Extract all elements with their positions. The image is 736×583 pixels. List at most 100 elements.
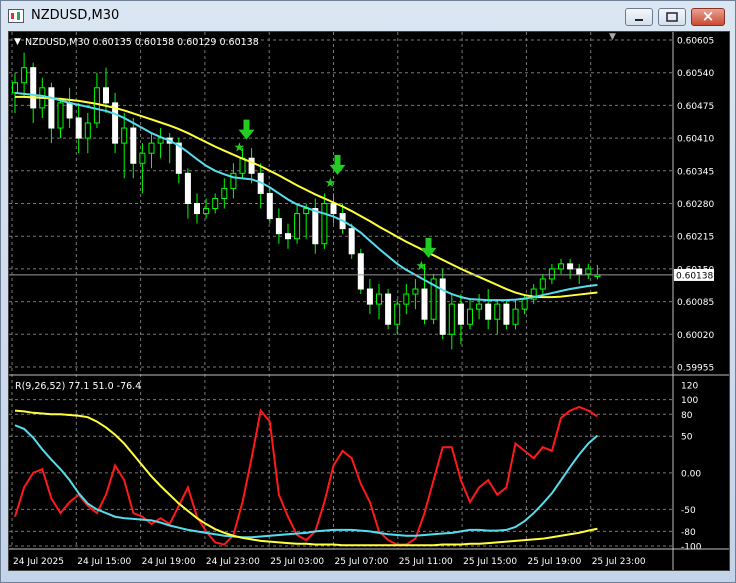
candle-body — [485, 303, 492, 320]
price-tick-label: 0.60280 — [677, 200, 714, 210]
price-tick-label: 0.60345 — [677, 167, 714, 177]
candle-body — [275, 218, 282, 235]
sell-arrow-icon — [238, 119, 255, 140]
candle-body — [266, 192, 273, 220]
window-title: NZDUSD,M30 — [31, 8, 120, 23]
candle-body — [330, 203, 337, 215]
price-tick-label: 0.60475 — [677, 102, 714, 112]
close-icon: × — [701, 7, 715, 25]
candle-body — [512, 308, 519, 325]
indicator-tick-label: 100 — [681, 396, 698, 406]
indicator-tick-label: 80 — [681, 411, 693, 421]
indicator-tick-label: -80 — [681, 528, 696, 538]
sell-arrow-icon — [329, 154, 346, 175]
candle-body — [221, 187, 228, 199]
chart-area[interactable]: ★ ★ ★ 0.60605 0.60540 0.60475 0.60410 0.60345 0… — [8, 31, 730, 571]
candle-body — [457, 303, 464, 325]
maximize-button[interactable] — [658, 8, 686, 26]
oscillator-panel — [14, 405, 599, 547]
candle-body — [376, 293, 382, 305]
price-tick-label: 0.60085 — [677, 298, 714, 308]
signal-star-icon: ★ — [325, 176, 337, 191]
candle-body — [30, 67, 37, 109]
candle-body — [576, 268, 583, 275]
candle-body — [585, 268, 592, 275]
time-tick-label: 24 Jul 15:00 — [77, 557, 131, 567]
indicator-tick-label: -100 — [681, 543, 702, 553]
scroll-marker-icon: ▼ — [609, 32, 616, 42]
collapse-icon[interactable]: ▼ — [14, 37, 21, 47]
candle-body — [312, 208, 319, 245]
osc-slow-line — [14, 409, 598, 547]
candle-body — [394, 303, 401, 325]
time-tick-label: 25 Jul 03:00 — [270, 557, 324, 567]
time-tick-label: 25 Jul 23:00 — [592, 557, 646, 567]
time-tick-label: 25 Jul 15:00 — [463, 557, 517, 567]
candle-body — [448, 303, 455, 335]
candle-body — [503, 303, 510, 325]
candle-body — [357, 253, 364, 290]
candle-body — [239, 157, 246, 174]
slow-ma-line — [15, 95, 598, 299]
candle-body — [321, 203, 328, 245]
candle-body — [421, 288, 428, 320]
price-tick-label: 0.60410 — [677, 135, 714, 145]
candle-body — [194, 203, 200, 215]
indicator-tick-label: 50 — [681, 433, 693, 443]
time-tick-label: 24 Jul 23:00 — [206, 557, 260, 567]
chart-window: NZDUSD,M30 × ★ ★ ★ 0.60605 0.60540 0.60475 0.… — [0, 0, 736, 583]
candle-body — [21, 67, 28, 84]
minimize-button[interactable] — [625, 8, 653, 26]
candle-body — [412, 288, 419, 295]
candle-body — [567, 263, 574, 270]
candle-body — [548, 268, 555, 280]
candle-body — [57, 102, 64, 129]
candle-body — [348, 228, 355, 255]
time-tick-label: 25 Jul 19:00 — [527, 557, 581, 567]
fast-ma-line — [14, 91, 598, 302]
candle-body — [403, 293, 410, 305]
candle-body — [366, 288, 373, 305]
chart-info-label: NZDUSD,M30 0.60135 0.60158 0.60129 0.601… — [25, 37, 259, 48]
candle-body — [385, 293, 392, 325]
indicator-tick-label: 120 — [681, 382, 698, 392]
candle-body — [303, 208, 310, 215]
signal-star-icon: ★ — [416, 259, 428, 274]
candle-body — [12, 82, 18, 94]
candle-body — [212, 197, 219, 210]
candle-body — [248, 157, 255, 174]
signal-star-icon: ★ — [234, 141, 246, 156]
candle-body — [148, 142, 155, 154]
candle-body — [439, 278, 446, 335]
candle-body — [467, 308, 473, 325]
title-bar[interactable]: NZDUSD,M30 × — [1, 1, 735, 31]
price-panel: ★ ★ ★ — [9, 52, 673, 350]
chart-icon — [8, 9, 24, 23]
price-tick-label: 0.60540 — [677, 69, 714, 79]
candle-body — [230, 172, 237, 189]
candle-body — [121, 127, 128, 144]
candle-body — [84, 122, 91, 139]
candle-body — [66, 102, 73, 119]
close-button[interactable]: × — [691, 8, 725, 26]
minimize-icon — [635, 19, 643, 21]
candle-body — [130, 127, 137, 164]
candle-body — [93, 87, 100, 124]
candle-body — [75, 117, 82, 139]
maximize-icon — [666, 12, 678, 22]
price-tick-label: 0.59955 — [677, 364, 714, 374]
osc-mid-line — [14, 424, 599, 539]
time-tick-label: 24 Jul 2025 — [13, 557, 64, 567]
indicator-tick-label: 0.00 — [681, 469, 701, 479]
candle-body — [494, 303, 501, 320]
candle-body — [558, 263, 564, 270]
price-tick-label: 0.60020 — [677, 331, 714, 341]
indicator-tick-label: -50 — [681, 506, 696, 516]
candle-body — [184, 172, 191, 204]
osc-fast-line — [14, 405, 598, 546]
price-tick-label: 0.60605 — [677, 37, 714, 47]
current-price-label: 0.60138 — [676, 271, 713, 281]
time-tick-label: 24 Jul 19:00 — [142, 557, 196, 567]
chart-canvas[interactable]: ★ ★ ★ 0.60605 0.60540 0.60475 0.60410 0.60345 0… — [9, 32, 729, 570]
price-tick-label: 0.60215 — [677, 233, 714, 243]
